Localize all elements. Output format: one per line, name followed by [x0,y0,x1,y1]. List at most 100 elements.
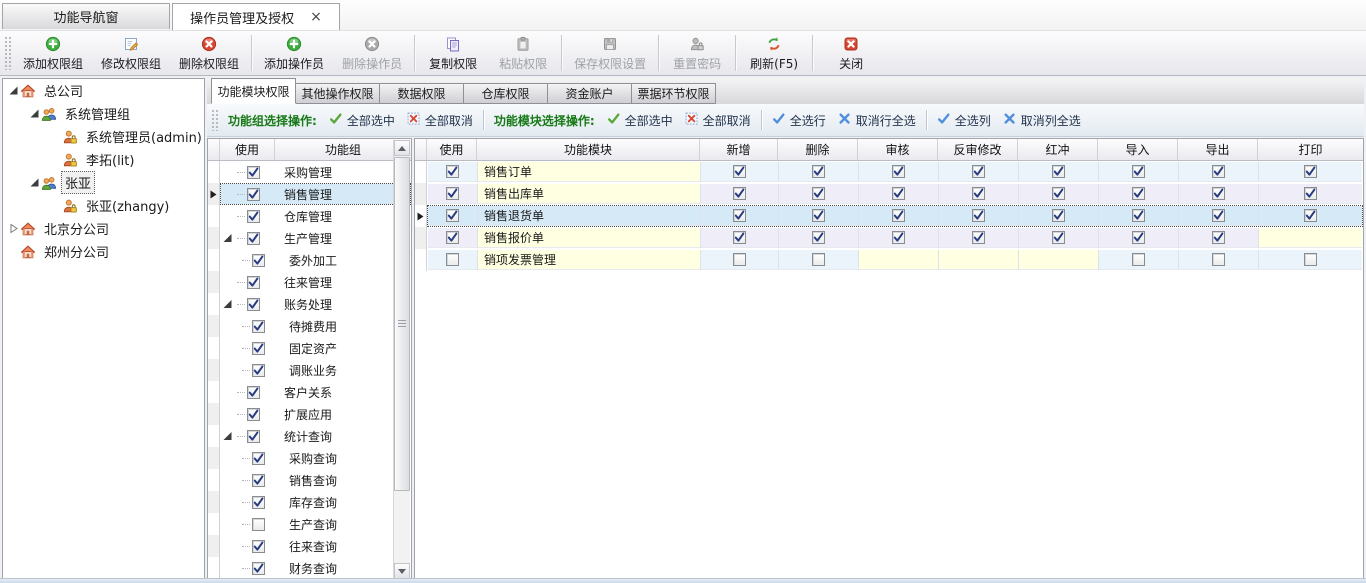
group-use-checkbox[interactable] [247,166,260,179]
operation-checkbox[interactable] [812,165,825,178]
tree-node-operator[interactable]: 李拓(lit) [3,148,204,171]
module-name-cell[interactable]: 销售退货单 [478,206,701,226]
refresh-button[interactable]: 刷新(F5) [739,31,809,75]
table-row[interactable]: 采购管理 [208,161,411,183]
collapsed-triangle-icon[interactable] [7,223,19,235]
table-row[interactable]: 账务处理 [208,293,411,315]
group-use-checkbox[interactable] [252,562,265,575]
group-grid-scrollbar[interactable] [393,140,410,579]
group-name-cell[interactable]: 委外加工 [276,250,410,270]
table-row[interactable]: 销项发票管理 [415,249,1363,271]
group-grid-column-header[interactable]: 使用 [220,139,275,160]
operation-checkbox[interactable] [812,209,825,222]
operation-checkbox[interactable] [1052,187,1065,200]
permission-tab-1[interactable]: 其他操作权限 [295,83,380,104]
module-grid-column-header[interactable]: 反审修改 [938,139,1018,160]
tree-node-group[interactable]: 张亚 [3,171,204,194]
group-name-cell[interactable]: 库存查询 [276,492,410,512]
module-grid-column-header[interactable]: 打印 [1258,139,1363,160]
table-row[interactable]: 采购查询 [208,447,411,469]
group-use-checkbox[interactable] [247,408,260,421]
table-row[interactable]: 客户关系 [208,381,411,403]
deselect-button[interactable]: 取消列全选 [1003,112,1081,129]
table-row[interactable]: 财务查询 [208,557,411,579]
select-all-button[interactable]: 全部选中 [329,112,395,129]
group-name-cell[interactable]: 财务查询 [276,558,410,578]
expanded-triangle-icon[interactable] [7,85,19,97]
group-name-cell[interactable]: 客户关系 [276,382,410,402]
module-use-checkbox[interactable] [446,231,459,244]
operation-checkbox[interactable] [892,165,905,178]
copy-button[interactable]: 复制权限 [418,31,488,75]
group-name-cell[interactable]: 待摊费用 [276,316,410,336]
module-grid-column-header[interactable]: 删除 [778,139,858,160]
operation-checkbox[interactable] [733,165,746,178]
table-row[interactable]: 固定资产 [208,337,411,359]
scroll-down-button[interactable] [394,563,410,579]
group-use-checkbox[interactable] [252,342,265,355]
table-row[interactable]: 销售出库单 [415,183,1363,205]
module-name-cell[interactable]: 销售报价单 [478,228,701,248]
operation-checkbox[interactable] [1304,209,1317,222]
module-grid-column-header[interactable]: 红冲 [1018,139,1098,160]
reset-password-button[interactable]: 重置密码 [662,31,732,75]
window-tab-operators[interactable]: 操作员管理及授权× [172,3,340,30]
group-grid-column-header[interactable]: 功能组 [275,139,411,160]
tree-node-operator[interactable]: 张亚(zhangy) [3,194,204,217]
permission-tab-0[interactable]: 功能模块权限 [211,78,296,104]
group-name-cell[interactable]: 固定资产 [276,338,410,358]
module-use-checkbox[interactable] [446,165,459,178]
operation-checkbox[interactable] [812,253,825,266]
group-name-cell[interactable]: 账务处理 [276,294,410,314]
scrollbar-thumb[interactable] [394,157,410,491]
module-use-checkbox[interactable] [446,209,459,222]
group-use-checkbox[interactable] [247,430,260,443]
paste-button[interactable]: 粘贴权限 [488,31,558,75]
edit-button[interactable]: 修改权限组 [92,31,170,75]
operation-checkbox[interactable] [1132,187,1145,200]
operation-checkbox[interactable] [972,165,985,178]
operation-checkbox[interactable] [1212,165,1225,178]
operation-checkbox[interactable] [972,231,985,244]
delete-button[interactable]: 删除操作员 [333,31,411,75]
module-grid-column-header[interactable]: 新增 [700,139,778,160]
group-use-checkbox[interactable] [252,452,265,465]
operation-checkbox[interactable] [733,253,746,266]
operation-checkbox[interactable] [1132,253,1145,266]
add-button[interactable]: 添加权限组 [14,31,92,75]
table-row[interactable]: 往来查询 [208,535,411,557]
permission-tab-2[interactable]: 数据权限 [379,83,464,104]
group-name-cell[interactable]: 仓库管理 [276,206,410,226]
module-grid-column-header[interactable]: 导出 [1178,139,1258,160]
group-use-checkbox[interactable] [252,540,265,553]
group-use-checkbox[interactable] [247,210,260,223]
operation-checkbox[interactable] [1212,209,1225,222]
module-use-checkbox[interactable] [446,187,459,200]
operation-checkbox[interactable] [1304,253,1317,266]
module-name-cell[interactable]: 销售订单 [478,162,701,182]
group-use-checkbox[interactable] [252,496,265,509]
operation-checkbox[interactable] [892,231,905,244]
operation-checkbox[interactable] [1212,187,1225,200]
operation-checkbox[interactable] [1304,165,1317,178]
operation-checkbox[interactable] [733,209,746,222]
group-use-checkbox[interactable] [252,364,265,377]
permission-tab-5[interactable]: 票据环节权限 [631,83,716,104]
group-name-cell[interactable]: 往来管理 [276,272,410,292]
group-name-cell[interactable]: 采购查询 [276,448,410,468]
group-name-cell[interactable]: 生产管理 [276,228,410,248]
table-row[interactable]: 待摊费用 [208,315,411,337]
operation-checkbox[interactable] [1052,209,1065,222]
operation-checkbox[interactable] [812,231,825,244]
group-use-checkbox[interactable] [247,386,260,399]
table-row[interactable]: 统计查询 [208,425,411,447]
module-name-cell[interactable]: 销售出库单 [478,184,701,204]
save-button[interactable]: 保存权限设置 [565,31,655,75]
module-use-checkbox[interactable] [446,253,459,266]
group-name-cell[interactable]: 调账业务 [276,360,410,380]
operation-checkbox[interactable] [1304,187,1317,200]
tree-node-company[interactable]: 总公司 [3,79,204,102]
expanded-triangle-icon[interactable] [28,177,40,189]
group-name-cell[interactable]: 销售查询 [276,470,410,490]
group-name-cell[interactable]: 统计查询 [276,426,410,446]
